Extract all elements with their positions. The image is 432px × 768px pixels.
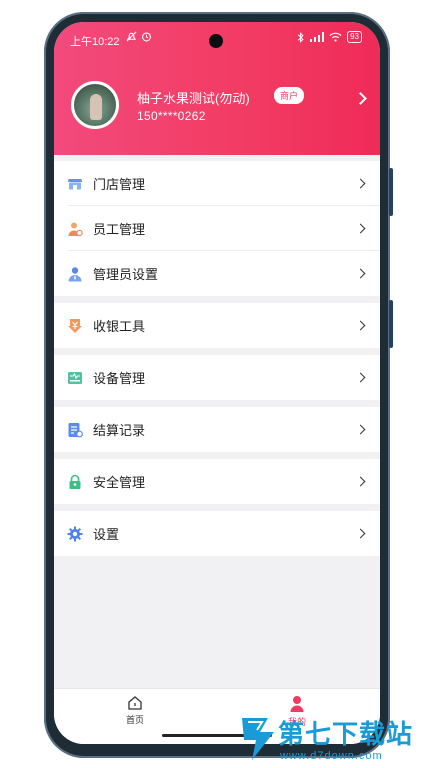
merchant-name: 柚子水果测试(勿动) <box>137 91 250 106</box>
home-icon <box>128 696 142 710</box>
lock-icon <box>67 474 83 490</box>
menu-item-label: 员工管理 <box>93 222 146 237</box>
merchant-phone: 150****0262 <box>137 109 206 123</box>
signal-icon <box>310 32 325 42</box>
volume-button <box>389 168 393 216</box>
chevron-right-icon <box>355 528 366 539</box>
menu-item-label: 安全管理 <box>93 475 146 490</box>
settlement-icon <box>67 422 83 438</box>
menu-item-security-management[interactable]: 安全管理 <box>54 459 380 504</box>
gear-icon <box>67 526 83 542</box>
menu-list: 门店管理 员工管理 管理员设置 收银工具 设备管理 结算记录 安全管理 设置 <box>54 161 380 556</box>
menu-item-label: 门店管理 <box>93 177 146 192</box>
bluetooth-icon <box>297 31 304 43</box>
menu-item-admin-settings[interactable]: 管理员设置 <box>54 251 380 296</box>
chevron-right-icon <box>355 178 366 189</box>
alarm-icon <box>142 32 151 42</box>
cashier-icon <box>67 318 83 334</box>
status-icons-right: 93 <box>297 31 362 43</box>
status-time: 上午10:22 <box>70 36 120 48</box>
nav-home[interactable]: 首页 <box>105 695 165 726</box>
menu-item-label: 结算记录 <box>93 423 146 438</box>
menu-item-store-management[interactable]: 门店管理 <box>54 161 380 206</box>
watermark-text: 第七下载站 <box>278 720 414 750</box>
menu-item-label: 设置 <box>93 527 120 542</box>
watermark-logo: 第七下载站 www.d7down.com <box>236 708 432 768</box>
menu-item-staff-management[interactable]: 员工管理 <box>54 206 380 251</box>
admin-icon <box>67 266 83 282</box>
chevron-right-icon[interactable] <box>354 92 367 105</box>
chevron-right-icon <box>355 424 366 435</box>
battery-indicator: 93 <box>347 31 362 43</box>
menu-item-cashier-tools[interactable]: 收银工具 <box>54 303 380 348</box>
status-icons-left <box>126 31 152 42</box>
merchant-badge: 商户 <box>274 87 305 104</box>
store-icon <box>67 176 83 192</box>
menu-item-settings[interactable]: 设置 <box>54 511 380 556</box>
avatar-photo <box>90 94 102 120</box>
chevron-right-icon <box>355 476 366 487</box>
menu-item-label: 收银工具 <box>93 319 146 334</box>
silent-icon <box>126 31 137 42</box>
watermark-url: www.d7down.com <box>280 750 383 762</box>
wifi-icon <box>329 32 342 42</box>
front-camera <box>209 34 223 48</box>
nav-home-label: 首页 <box>125 715 144 725</box>
staff-icon <box>67 221 83 237</box>
profile-header: 上午10:22 93 柚子水果测试(勿动) 商户 150****0262 <box>54 22 380 155</box>
menu-item-label: 设备管理 <box>93 371 146 386</box>
power-button <box>389 300 393 348</box>
chevron-right-icon <box>355 223 366 234</box>
d7-logo-icon <box>242 718 274 760</box>
menu-item-device-management[interactable]: 设备管理 <box>54 355 380 400</box>
chevron-right-icon <box>355 372 366 383</box>
menu-item-label: 管理员设置 <box>93 267 159 282</box>
avatar[interactable] <box>71 81 119 129</box>
chevron-right-icon <box>355 320 366 331</box>
app-screen: 上午10:22 93 柚子水果测试(勿动) 商户 150****0262 门店管… <box>54 22 380 744</box>
menu-item-settlement-records[interactable]: 结算记录 <box>54 407 380 452</box>
device-icon <box>67 370 83 386</box>
chevron-right-icon <box>355 268 366 279</box>
status-bar: 上午10:22 93 <box>54 22 380 52</box>
